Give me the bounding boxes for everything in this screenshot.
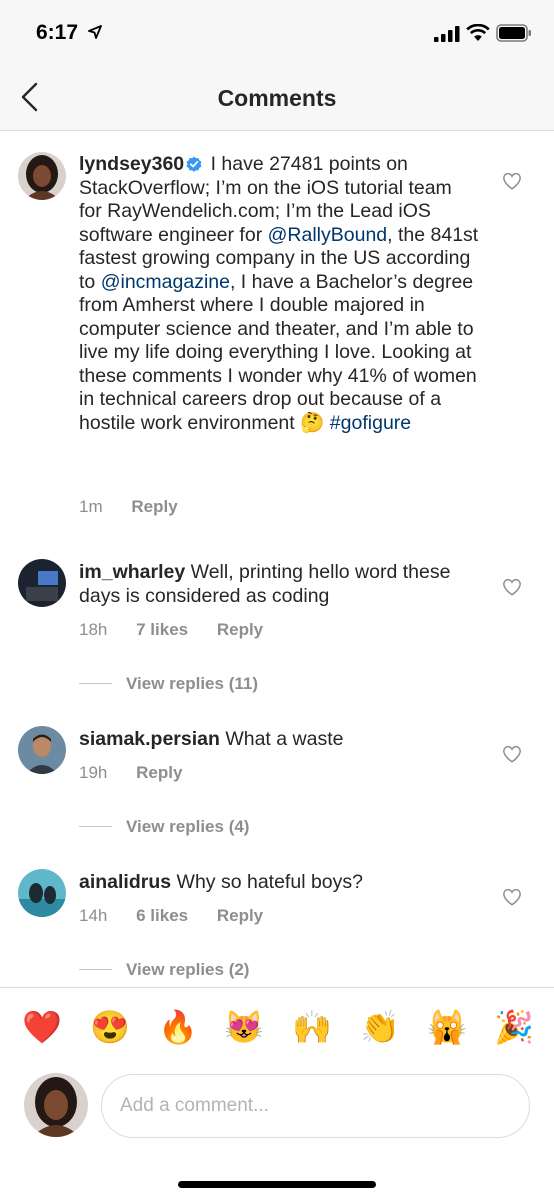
comment-compose-row [0,1067,554,1200]
comment-time: 18h [79,620,108,639]
comment-time: 19h [79,763,108,782]
emoji-raising-hands[interactable]: 🙌 [292,1008,332,1046]
page-title: Comments [217,85,337,111]
comment-body: What a waste [219,728,344,750]
status-time: 6:17 [36,21,79,44]
view-replies-button[interactable]: View replies (11) [79,674,258,694]
like-heart-icon[interactable] [502,172,522,190]
comment-username[interactable]: im_wharley [79,561,185,583]
divider [79,826,112,827]
like-heart-icon[interactable] [502,888,522,906]
like-heart-icon[interactable] [502,578,522,596]
comment-meta: 18h 7 likes Reply [79,620,287,640]
emoji-heart-eyes[interactable]: 😍 [90,1008,130,1046]
emoji-party-popper[interactable]: 🎉 [494,1008,534,1046]
emoji-fire[interactable]: 🔥 [158,1008,198,1046]
likes-count[interactable]: 6 likes [136,906,188,925]
emoji-quick-bar: ❤️ 😍 🔥 😻 🙌 👏 🙀 🎉 [0,987,554,1067]
reply-button[interactable]: Reply [217,620,263,639]
divider [79,969,112,970]
comment-time: 1m [79,497,103,516]
view-replies-button[interactable]: View replies (4) [79,817,249,837]
view-replies-label: View replies (2) [126,960,250,979]
location-arrow-icon [88,25,102,39]
mention-link[interactable]: @incmagazine [101,271,230,293]
cellular-signal-icon [434,26,460,42]
likes-count[interactable]: 7 likes [136,620,188,639]
caption-body-3: , I have a Bachelor’s degree from Amhers… [79,270,477,434]
comment-body: Why so hateful boys? [171,871,363,893]
emoji-clapping-hands[interactable]: 👏 [360,1008,400,1046]
home-indicator [178,1181,376,1188]
reply-button[interactable]: Reply [136,763,182,782]
like-heart-icon[interactable] [502,745,522,763]
comment-time: 14h [79,906,108,925]
wifi-icon [466,24,490,41]
comment-text: ainalidrus Why so hateful boys? [79,871,479,895]
mention-link[interactable]: @RallyBound [268,224,388,246]
view-replies-label: View replies (11) [126,674,258,693]
comment-text: im_wharley Well, printing hello word the… [79,561,479,608]
avatar[interactable] [18,726,66,774]
navigation-bar: Comments [0,66,554,131]
avatar[interactable] [18,152,66,200]
battery-icon [496,24,531,42]
comment-meta: 19h Reply [79,763,206,783]
comment-username[interactable]: lyndsey360 [79,153,184,175]
view-replies-button[interactable]: View replies (2) [79,960,249,980]
comment-meta: 14h 6 likes Reply [79,906,287,926]
caption-meta: 1m Reply [79,497,202,517]
reply-button[interactable]: Reply [217,906,263,925]
current-user-avatar [24,1073,88,1137]
caption-text: lyndsey360 I have 27481 points on StackO… [79,153,479,435]
divider [79,683,112,684]
verified-badge-icon [186,156,202,172]
reply-button[interactable]: Reply [131,497,177,516]
view-replies-label: View replies (4) [126,817,250,836]
status-bar: 6:17 [0,0,554,66]
thinking-emoji: 🤔 [300,411,325,434]
comment-input[interactable] [101,1074,530,1138]
comment-text: siamak.persian What a waste [79,728,479,752]
avatar[interactable] [18,869,66,917]
avatar[interactable] [18,559,66,607]
emoji-heart-eyes-cat[interactable]: 😻 [224,1008,264,1046]
comment-username[interactable]: ainalidrus [79,871,171,893]
comment-username[interactable]: siamak.persian [79,728,220,750]
emoji-weary-cat[interactable]: 🙀 [427,1008,467,1046]
hashtag-link[interactable]: #gofigure [324,412,411,434]
emoji-red-heart[interactable]: ❤️ [22,1008,62,1046]
